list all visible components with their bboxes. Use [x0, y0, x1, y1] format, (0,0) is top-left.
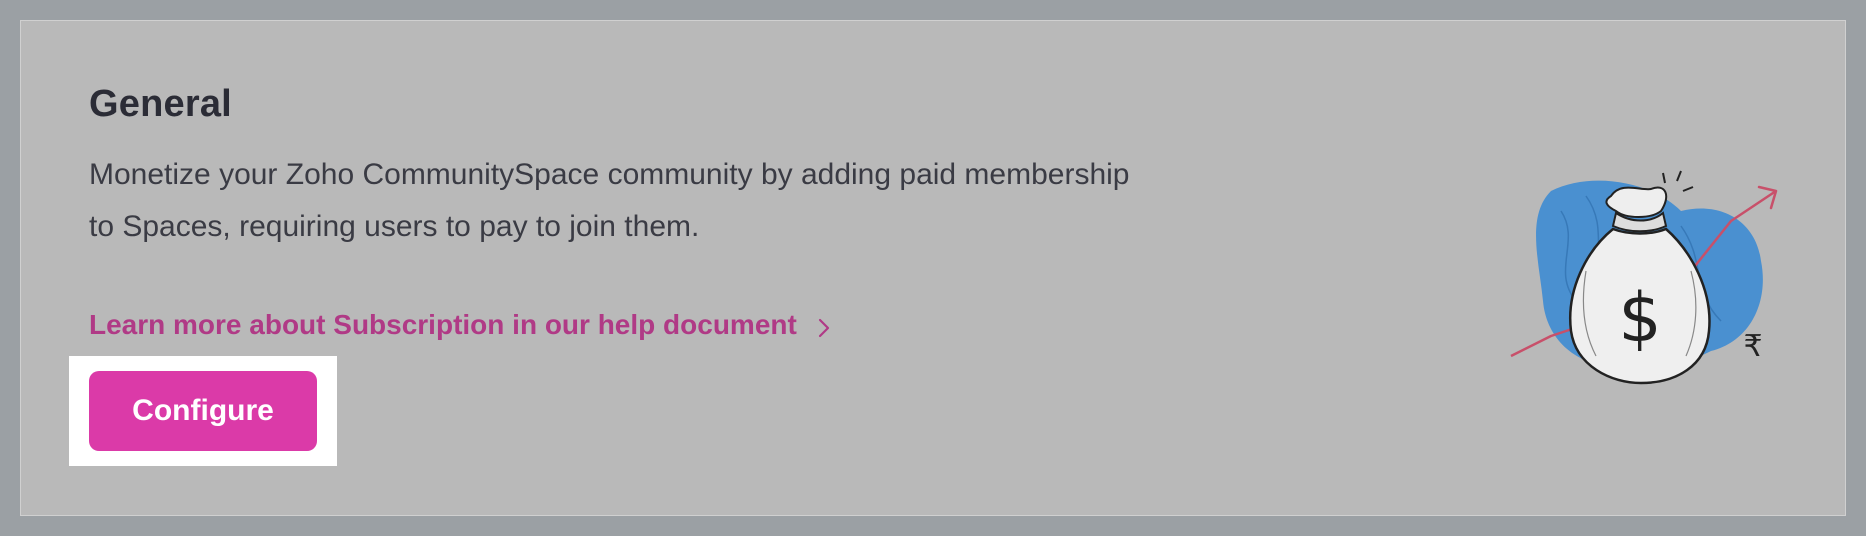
money-bag-illustration: $ ₹ — [1491, 151, 1791, 411]
help-document-link[interactable]: Learn more about Subscription in our hel… — [89, 309, 833, 341]
dollar-sign: $ — [1618, 279, 1661, 358]
rupee-sign: ₹ — [1743, 329, 1762, 364]
configure-button[interactable]: Configure — [89, 371, 317, 451]
help-link-label: Learn more about Subscription in our hel… — [89, 309, 797, 340]
section-title: General — [89, 83, 232, 125]
section-description: Monetize your Zoho CommunitySpace commun… — [89, 158, 1130, 243]
chevron-right-icon — [815, 314, 833, 338]
subscription-settings-card: General Monetize your Zoho CommunitySpac… — [20, 20, 1846, 516]
